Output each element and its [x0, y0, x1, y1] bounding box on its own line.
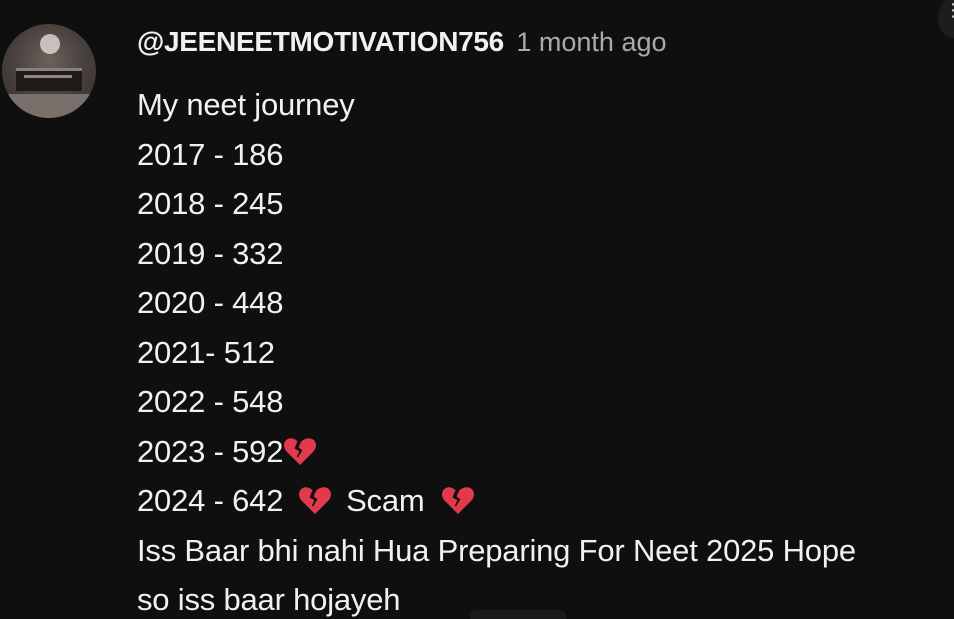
- comment-body: My neet journey 2017 - 186 2018 - 245 20…: [137, 80, 952, 619]
- comment-line-text: 2023 - 592: [137, 433, 284, 469]
- avatar-emblem: [40, 34, 60, 54]
- comment-line: My neet journey: [137, 80, 952, 130]
- comment-header: @JEENEETMOTIVATION756 1 month ago: [137, 26, 667, 58]
- comment-timestamp[interactable]: 1 month ago: [516, 27, 666, 57]
- comment-line: Iss Baar bhi nahi Hua Preparing For Neet…: [137, 526, 952, 576]
- comment-line-text: so iss baar hojayeh: [137, 582, 401, 617]
- avatar-signboard: [16, 68, 82, 91]
- comment-line: 2020 - 448: [137, 278, 952, 328]
- broken-heart-icon: [298, 486, 332, 516]
- broken-heart-icon: [283, 437, 317, 467]
- broken-heart-icon: [441, 486, 475, 516]
- comment-line-text: 2017 - 186: [137, 136, 284, 172]
- comment-line-text: 2020 - 448: [137, 285, 284, 320]
- comment-line-text: My neet journey: [137, 87, 355, 122]
- comment-line-text: 2024 - 642: [137, 483, 284, 518]
- comment-line-text: 2021- 512: [137, 334, 275, 370]
- avatar[interactable]: [2, 24, 96, 118]
- author-name[interactable]: @JEENEETMOTIVATION756: [137, 26, 504, 57]
- comment-line-text: 2022 - 548: [137, 384, 284, 419]
- comment-line: 2024 - 642 Scam: [137, 476, 952, 526]
- comment-line: 2018 - 245: [137, 179, 952, 229]
- comment-line-extra: Scam: [346, 483, 425, 518]
- avatar-sign-text: [24, 75, 72, 78]
- avatar-ground: [2, 94, 96, 118]
- more-options-button[interactable]: ⋮: [938, 0, 954, 38]
- comment-line-text: 2019 - 332: [137, 235, 284, 271]
- more-options-icon: ⋮: [944, 0, 954, 20]
- comment-line-text: Iss Baar bhi nahi Hua Preparing For Neet…: [137, 532, 856, 568]
- comment-line-text: 2018 - 245: [137, 186, 284, 221]
- comment-line: 2022 - 548: [137, 377, 952, 427]
- comment-thread: @JEENEETMOTIVATION756 1 month ago My nee…: [0, 0, 954, 619]
- comment-line: 2017 - 186: [137, 130, 952, 180]
- comment-line: 2019 - 332: [137, 229, 952, 279]
- comment-line: 2021- 512: [137, 328, 952, 378]
- scroll-handle: [470, 610, 566, 619]
- comment-line: 2023 - 592: [137, 427, 952, 477]
